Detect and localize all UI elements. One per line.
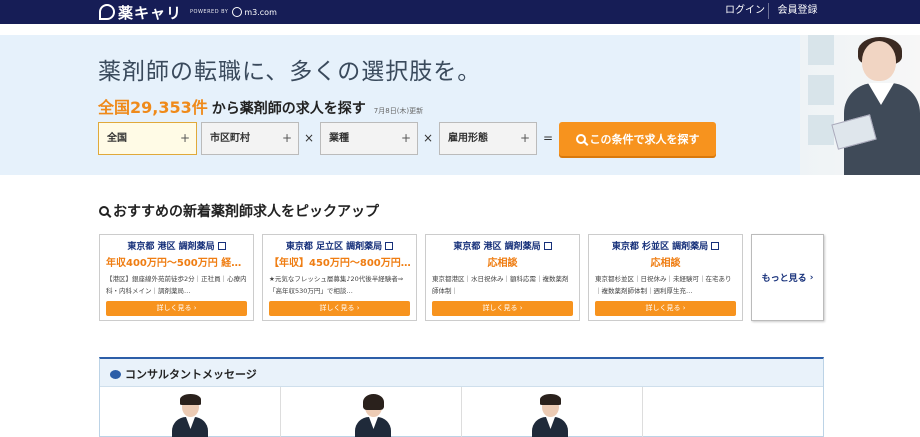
consultant-section-title: コンサルタントメッセージ <box>110 366 257 382</box>
m3-circle-icon <box>232 7 243 17</box>
details-button-label: 詳しく見る <box>156 304 192 312</box>
city-select[interactable]: 市区町村 + <box>201 122 299 155</box>
job-card-salary: 【年収】450万円～800万円… <box>269 258 411 269</box>
login-link[interactable]: ログイン <box>724 0 766 24</box>
search-button[interactable]: この条件で求人を探す <box>559 122 716 156</box>
times-operator: × <box>422 131 434 145</box>
search-icon <box>575 134 586 144</box>
plus-icon: + <box>179 131 190 145</box>
shelf-decoration <box>808 75 834 105</box>
job-card[interactable]: 東京都 足立区 調剤薬局 【年収】450万円～800万円… ★元気なフレッシュ層… <box>262 234 417 321</box>
count-rest-text: から薬剤師の求人を探す <box>211 101 366 117</box>
register-link[interactable]: 会員登録 <box>775 0 820 24</box>
job-details-button[interactable]: 詳しく見る › <box>269 301 410 316</box>
plus-icon: + <box>281 131 292 145</box>
shelf-decoration <box>808 35 834 65</box>
employment-type-select-label: 雇用形態 <box>448 133 488 144</box>
external-link-icon <box>711 242 720 250</box>
details-button-label: 詳しく見る <box>482 304 518 312</box>
job-count-number: 29,353 <box>130 98 192 117</box>
speech-bubble-icon <box>110 369 121 379</box>
powered-by-label: POWERED BY <box>190 9 229 15</box>
consultant-photo <box>530 393 570 437</box>
job-location-text: 東京都 港区 調剤薬局 <box>453 242 541 252</box>
consultant-photo <box>170 393 210 437</box>
details-button-label: 詳しく見る <box>645 304 681 312</box>
consultant-card[interactable] <box>462 387 643 437</box>
hero-title: 薬剤師の転職に、多くの選択肢を。 <box>98 59 482 85</box>
consultant-card[interactable] <box>643 387 824 437</box>
job-card-description: 東京都杉並区｜日祝休み｜未経験可｜在宅あり｜複数薬剤師体制｜週利厚生充… <box>595 275 732 295</box>
shelf-decoration <box>808 115 834 145</box>
person-face <box>862 41 896 81</box>
employment-type-select[interactable]: 雇用形態 + <box>439 122 537 155</box>
partner-logo: m3.com <box>232 7 277 17</box>
external-link-icon <box>543 242 552 250</box>
pickup-title-text: おすすめの新着薬剤師求人をピックアップ <box>113 204 379 220</box>
brand-mark-icon <box>99 4 115 20</box>
job-location-text: 東京都 杉並区 調剤薬局 <box>611 242 709 252</box>
brand-logo[interactable]: 薬キャリ POWERED BY m3.com <box>99 2 277 22</box>
city-select-label: 市区町村 <box>210 133 250 144</box>
consultant-message-section: コンサルタントメッセージ <box>99 357 824 437</box>
job-card[interactable]: 東京都 港区 調剤薬局 応相談 東京都港区｜水日祝休み｜額科応需｜複数薬剤師体制… <box>425 234 580 321</box>
chevron-right-icon: › <box>809 272 814 283</box>
equals-operator: = <box>542 131 554 145</box>
prefecture-select[interactable]: 全国 + <box>98 122 197 155</box>
see-more-button[interactable]: もっと見る › <box>751 234 824 321</box>
count-prefix: 全国 <box>98 98 131 117</box>
details-button-label: 詳しく見る <box>319 304 355 312</box>
pharmacist-photo <box>800 35 920 175</box>
industry-select[interactable]: 業種 + <box>320 122 418 155</box>
job-card-description: 【港区】銀座線外苑前徒歩2分｜正社員｜心療内科・内科メイン｜調剤薬局… <box>106 275 247 295</box>
pickup-section-title: おすすめの新着薬剤師求人をピックアップ <box>99 201 379 221</box>
job-details-button[interactable]: 詳しく見る › <box>106 301 247 316</box>
consultant-photo <box>353 393 393 437</box>
prefecture-select-label: 全国 <box>107 133 127 144</box>
search-button-label: この条件で求人を探す <box>589 133 700 146</box>
job-card[interactable]: 東京都 杉並区 調剤薬局 応相談 東京都杉並区｜日祝休み｜未経験可｜在宅あり｜複… <box>588 234 743 321</box>
times-operator: × <box>303 131 315 145</box>
nav-divider <box>768 3 769 19</box>
job-card-salary: 年収400万円～500万円 経… <box>106 258 242 269</box>
external-link-icon <box>385 242 394 250</box>
consultant-hair <box>180 394 201 405</box>
consultant-title-text: コンサルタントメッセージ <box>125 368 257 381</box>
consultant-card[interactable] <box>281 387 462 437</box>
job-card-location: 東京都 港区 調剤薬局 <box>426 239 579 252</box>
consultant-hair <box>540 394 561 405</box>
job-location-text: 東京都 足立区 調剤薬局 <box>285 242 383 252</box>
count-unit: 件 <box>191 98 208 117</box>
consultant-card[interactable] <box>100 387 281 437</box>
plus-icon: + <box>400 131 411 145</box>
partner-name: m3.com <box>244 7 277 17</box>
job-card-location: 東京都 杉並区 調剤薬局 <box>589 239 742 252</box>
hero-section: 薬剤師の転職に、多くの選択肢を。 全国 29,353 件 から薬剤師の求人を探す… <box>0 35 920 175</box>
consultant-section-header: コンサルタントメッセージ <box>100 359 823 387</box>
plus-icon: + <box>519 131 530 145</box>
updated-date: 7月8日(木)更新 <box>373 107 424 115</box>
top-nav-bar: 薬キャリ POWERED BY m3.com ログイン 会員登録 <box>0 0 920 24</box>
brand-name: 薬キャリ <box>118 3 183 22</box>
see-more-label: もっと見る <box>761 274 807 284</box>
external-link-icon <box>217 242 226 250</box>
job-card-location: 東京都 足立区 調剤薬局 <box>263 239 416 252</box>
job-card-location: 東京都 港区 調剤薬局 <box>100 239 253 252</box>
job-card-salary: 応相談 <box>650 258 681 269</box>
search-icon <box>99 206 109 216</box>
job-details-button[interactable]: 詳しく見る › <box>432 301 573 316</box>
industry-select-label: 業種 <box>329 133 349 144</box>
job-card-description: 東京都港区｜水日祝休み｜額科応需｜複数薬剤師体制｜ <box>432 275 569 295</box>
job-card[interactable]: 東京都 港区 調剤薬局 年収400万円～500万円 経… 【港区】銀座線外苑前徒… <box>99 234 254 321</box>
job-location-text: 東京都 港区 調剤薬局 <box>127 242 215 252</box>
job-details-button[interactable]: 詳しく見る › <box>595 301 736 316</box>
job-count-line: 全国 29,353 件 から薬剤師の求人を探す 7月8日(木)更新 <box>98 94 423 118</box>
job-card-salary: 応相談 <box>487 258 518 269</box>
consultant-hair <box>363 394 384 410</box>
job-card-description: ★元気なフレッシュ層募集♪20代後半経験者⇒「高年収530万円」で相談… <box>269 275 404 295</box>
